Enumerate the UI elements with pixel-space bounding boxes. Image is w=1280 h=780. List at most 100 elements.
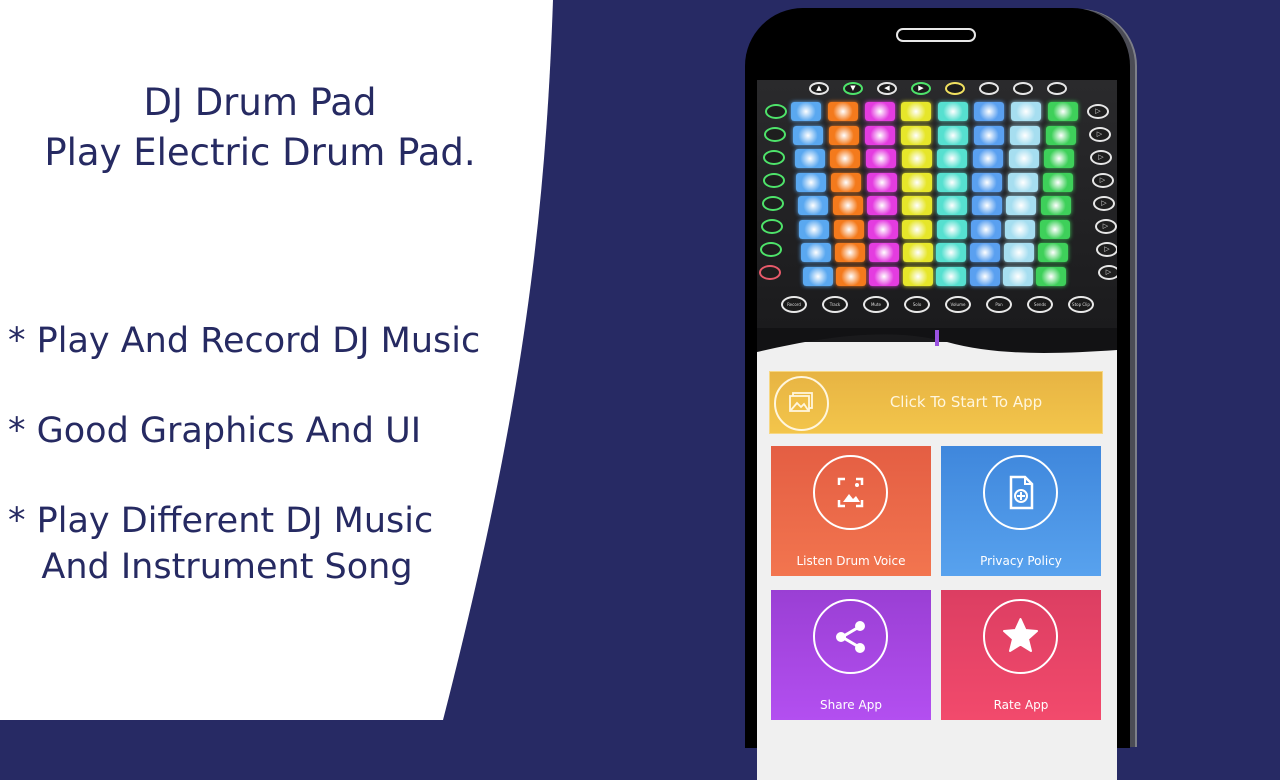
drum-pad[interactable]: [1007, 172, 1038, 192]
drum-pad[interactable]: [802, 266, 833, 286]
launchpad-top-button[interactable]: ◀: [877, 82, 897, 95]
drum-pad[interactable]: [1004, 243, 1035, 262]
drum-pad[interactable]: [972, 172, 1003, 192]
drum-pad[interactable]: [901, 149, 932, 168]
launchpad-bottom-button[interactable]: Pan: [986, 296, 1012, 313]
launchpad-top-button[interactable]: [979, 82, 999, 95]
drum-pad[interactable]: [1044, 149, 1075, 168]
drum-pad[interactable]: [864, 102, 895, 121]
drum-pad[interactable]: [832, 196, 863, 215]
drum-pad[interactable]: [800, 243, 831, 262]
launchpad-side-button[interactable]: [765, 104, 787, 119]
drum-pad[interactable]: [1005, 219, 1036, 239]
launchpad-scene-launch-button[interactable]: ▷: [1091, 173, 1114, 188]
drum-pad[interactable]: [830, 149, 861, 168]
drum-pad[interactable]: [865, 149, 896, 168]
drum-pad[interactable]: [936, 219, 967, 239]
drum-pad[interactable]: [1006, 196, 1037, 215]
drum-pad[interactable]: [901, 172, 932, 192]
launchpad-scene-launch-button[interactable]: ▷: [1096, 242, 1117, 257]
drum-pad[interactable]: [1010, 102, 1041, 121]
launchpad-scene-launch-button[interactable]: ▷: [1093, 196, 1115, 211]
drum-pad[interactable]: [1045, 125, 1076, 145]
drum-pad[interactable]: [1038, 243, 1069, 262]
drum-pad[interactable]: [831, 172, 862, 192]
share-app-tile[interactable]: Share App: [771, 590, 931, 720]
launchpad-bottom-button[interactable]: Stop Clip: [1068, 296, 1094, 313]
launchpad-side-button[interactable]: [764, 127, 787, 142]
drum-pad[interactable]: [833, 219, 864, 239]
drum-pad[interactable]: [866, 172, 897, 192]
launchpad-bottom-button[interactable]: Volume: [945, 296, 971, 313]
drum-pad[interactable]: [834, 243, 865, 262]
launchpad-top-button[interactable]: ▼: [843, 82, 863, 95]
rate-app-tile[interactable]: Rate App: [941, 590, 1101, 720]
launchpad-top-button[interactable]: [1013, 82, 1033, 95]
drum-pad[interactable]: [902, 219, 933, 239]
drum-pad[interactable]: [1008, 149, 1039, 168]
launchpad-scene-launch-button[interactable]: ▷: [1094, 219, 1117, 234]
drum-pad[interactable]: [971, 196, 1002, 215]
drum-pad[interactable]: [902, 266, 933, 286]
drum-pad[interactable]: [902, 196, 933, 215]
drum-pad[interactable]: [867, 196, 898, 215]
drum-pad[interactable]: [1047, 102, 1078, 121]
drum-pad[interactable]: [868, 219, 898, 239]
drum-pad[interactable]: [901, 125, 932, 145]
launchpad-side-button[interactable]: [763, 150, 786, 165]
drum-pad[interactable]: [902, 243, 933, 262]
launchpad-bottom-button[interactable]: Record Arm: [781, 296, 807, 313]
drum-pad[interactable]: [797, 196, 828, 215]
drum-pad[interactable]: [835, 266, 866, 286]
privacy-policy-tile[interactable]: Privacy Policy: [941, 446, 1101, 576]
launchpad-bottom-button[interactable]: Solo: [904, 296, 930, 313]
drum-pad[interactable]: [868, 243, 899, 262]
drum-pad[interactable]: [1009, 125, 1040, 145]
drum-pad[interactable]: [799, 219, 830, 239]
drum-pad[interactable]: [936, 266, 967, 286]
drum-pad[interactable]: [793, 125, 824, 145]
launchpad-top-button[interactable]: ▲: [809, 82, 829, 95]
launchpad-side-button[interactable]: [761, 196, 784, 211]
drum-pad[interactable]: [973, 149, 1003, 168]
drum-pad[interactable]: [829, 125, 860, 145]
drum-pad[interactable]: [869, 266, 900, 286]
launchpad-side-button[interactable]: [759, 265, 782, 280]
drum-pad[interactable]: [970, 243, 1001, 262]
launchpad-top-button[interactable]: [945, 82, 965, 95]
drum-pad[interactable]: [1042, 172, 1073, 192]
launchpad-top-button[interactable]: [1047, 82, 1067, 95]
drum-pad[interactable]: [1041, 196, 1072, 215]
drum-pad[interactable]: [791, 102, 822, 121]
launchpad-scene-launch-button[interactable]: ▷: [1088, 127, 1111, 142]
launchpad-bottom-button[interactable]: Sends: [1027, 296, 1053, 313]
launchpad-side-button[interactable]: [760, 242, 783, 257]
launchpad-side-button[interactable]: [761, 219, 783, 234]
drum-pad[interactable]: [796, 172, 827, 192]
launchpad-side-button[interactable]: [762, 173, 785, 188]
launchpad-top-button[interactable]: ▶: [911, 82, 931, 95]
start-app-button[interactable]: Click To Start To App: [769, 371, 1103, 434]
drum-pad[interactable]: [794, 149, 825, 168]
drum-pad[interactable]: [974, 102, 1005, 121]
drum-pad[interactable]: [1039, 219, 1070, 239]
drum-pad[interactable]: [901, 102, 932, 121]
drum-pad[interactable]: [937, 149, 968, 168]
drum-pad[interactable]: [936, 196, 967, 215]
launchpad-bottom-button[interactable]: Track Select: [822, 296, 848, 313]
drum-pad[interactable]: [937, 172, 968, 192]
drum-pad[interactable]: [969, 266, 1000, 286]
launchpad-scene-launch-button[interactable]: ▷: [1097, 265, 1117, 280]
drum-pad[interactable]: [970, 219, 1001, 239]
drum-pad[interactable]: [1036, 266, 1067, 286]
drum-pad[interactable]: [937, 125, 968, 145]
drum-pad[interactable]: [937, 102, 968, 121]
listen-drum-voice-tile[interactable]: Listen Drum Voice: [771, 446, 931, 576]
drum-pad[interactable]: [1003, 266, 1034, 286]
drum-pad[interactable]: [828, 102, 859, 121]
drum-pad[interactable]: [865, 125, 896, 145]
drum-pad[interactable]: [936, 243, 967, 262]
launchpad-scene-launch-button[interactable]: ▷: [1087, 104, 1109, 119]
drum-pad[interactable]: [973, 125, 1004, 145]
launchpad-bottom-button[interactable]: Mute: [863, 296, 889, 313]
